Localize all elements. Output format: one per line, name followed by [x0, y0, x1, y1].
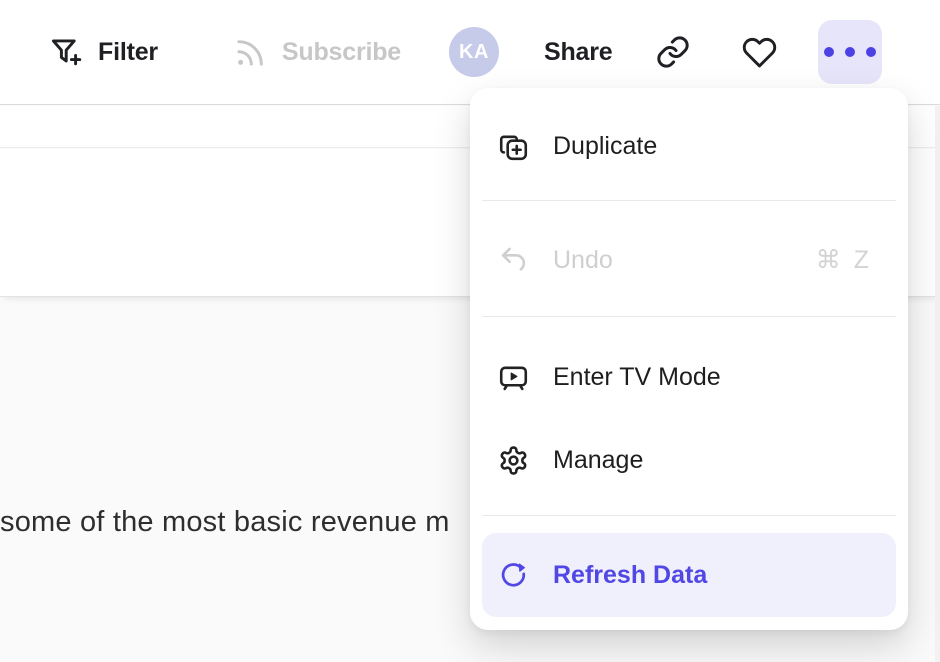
filter-plus-icon [48, 34, 85, 71]
subscribe-label: Subscribe [282, 38, 401, 67]
copy-link-button[interactable] [655, 34, 691, 70]
menu-item-enter-tv-mode[interactable]: Enter TV Mode [482, 349, 896, 405]
menu-item-label: Enter TV Mode [553, 363, 872, 392]
avatar[interactable]: KA [449, 27, 499, 77]
refresh-icon [498, 560, 529, 591]
link-icon [655, 34, 691, 70]
keyboard-shortcut: ⌘ Z [816, 245, 872, 275]
share-button[interactable]: Share [544, 38, 612, 67]
gear-icon [498, 445, 529, 476]
menu-item-refresh-data[interactable]: Refresh Data [482, 533, 896, 617]
tv-mode-icon [498, 362, 529, 393]
filter-label: Filter [98, 38, 158, 67]
menu-item-manage[interactable]: Manage [482, 432, 896, 488]
subscribe-button[interactable]: Subscribe [232, 34, 401, 71]
menu-divider [482, 316, 896, 317]
menu-item-undo[interactable]: Undo ⌘ Z [482, 232, 896, 288]
favorite-button[interactable] [742, 35, 777, 70]
duplicate-icon [498, 131, 529, 162]
menu-divider [482, 515, 896, 516]
menu-item-label: Manage [553, 446, 872, 475]
menu-divider [482, 200, 896, 201]
avatar-initials: KA [459, 41, 489, 64]
heart-icon [742, 35, 777, 70]
undo-icon [498, 245, 529, 276]
filter-button[interactable]: Filter [48, 34, 158, 71]
menu-item-label: Undo [553, 246, 792, 275]
menu-item-duplicate[interactable]: Duplicate [482, 118, 896, 174]
more-options-button[interactable] [818, 20, 882, 84]
context-menu: Duplicate Undo ⌘ Z Enter TV Mode [470, 88, 908, 630]
menu-item-label: Refresh Data [553, 561, 872, 590]
rss-icon [232, 34, 269, 71]
page-right-edge [935, 106, 940, 662]
menu-item-label: Duplicate [553, 132, 872, 161]
share-label: Share [544, 38, 612, 67]
ellipsis-icon [824, 47, 834, 57]
